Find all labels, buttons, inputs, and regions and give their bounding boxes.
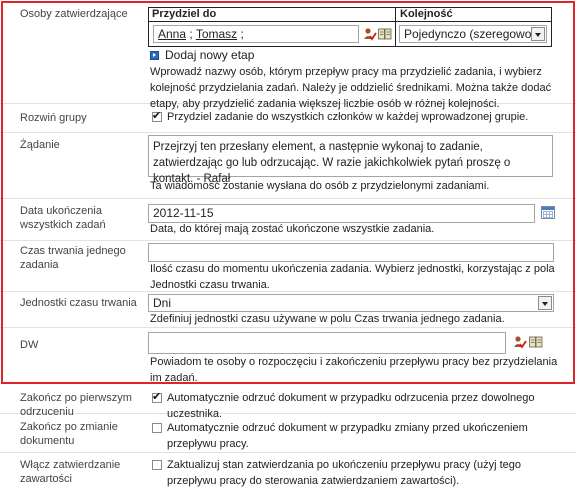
cc-label: DW <box>20 339 39 351</box>
check-names-icon[interactable] <box>513 335 527 349</box>
calendar-icon[interactable] <box>541 206 555 219</box>
add-stage-label[interactable]: Dodaj nowy etap <box>165 48 254 62</box>
content-approval-label: Włącz zatwierdzanie zawartości <box>20 459 121 485</box>
assign-to-header: Przydziel do <box>149 8 396 22</box>
people-separator: ; <box>186 27 196 41</box>
duration-input[interactable] <box>148 243 554 262</box>
due-date-row: Data ukończenia wszystkich zadań 2012-11… <box>0 199 576 241</box>
duration-units-help: Zdefiniuj jednostki czasu używane w polu… <box>150 313 505 325</box>
cc-help: Powiadom te osoby o rozpoczęciu i zakońc… <box>150 356 558 384</box>
add-stage-icon[interactable] <box>150 51 159 60</box>
content-approval-checkbox-label: Zaktualizuj stan zatwierdzania po ukończ… <box>167 459 522 487</box>
end-on-change-checkbox-label: Automatycznie odrzuć dokument w przypadk… <box>167 422 528 450</box>
expand-groups-checkbox[interactable] <box>152 109 162 122</box>
address-book-icon[interactable] <box>378 28 392 40</box>
assignees-row: Osoby zatwierdzające Przydziel do Kolejn… <box>0 0 576 110</box>
end-on-first-reject-checkbox[interactable] <box>152 390 162 403</box>
duration-label: Czas trwania jednego zadania <box>20 245 126 271</box>
order-select-value: Pojedynczo (szeregowo) <box>404 27 536 41</box>
expand-groups-row: Rozwiń grupy Przydziel zadanie do wszyst… <box>0 104 576 133</box>
expand-groups-label: Rozwiń grupy <box>20 112 87 124</box>
expand-groups-checkbox-label: Przydziel zadanie do wszystkich członków… <box>167 111 529 123</box>
due-date-help: Data, do której mają zostać ukończone ws… <box>150 223 435 235</box>
order-select[interactable]: Pojedynczo (szeregowo) <box>399 25 547 43</box>
order-header: Kolejność <box>396 8 551 22</box>
due-date-label: Data ukończenia wszystkich zadań <box>20 205 106 231</box>
assignees-table: Przydziel do Kolejność Anna ; Tomasz ; P… <box>148 7 552 47</box>
order-cell: Pojedynczo (szeregowo) <box>396 22 551 46</box>
person-tomasz[interactable]: Tomasz <box>196 27 237 41</box>
chevron-down-icon[interactable] <box>538 296 552 310</box>
duration-units-select[interactable]: Dni <box>148 294 554 312</box>
content-approval-checkbox[interactable] <box>152 460 162 470</box>
request-textarea[interactable]: Przejrzyj ten przesłany element, a nastę… <box>148 135 553 185</box>
address-book-icon[interactable] <box>529 336 543 348</box>
cc-people-picker[interactable] <box>148 332 506 354</box>
content-approval-row: Włącz zatwierdzanie zawartości Zaktualiz… <box>0 453 576 493</box>
request-row: Żądanie Przejrzyj ten przesłany element,… <box>0 133 576 199</box>
person-anna[interactable]: Anna <box>158 27 186 41</box>
cc-row: DW Powiadom te osoby o rozpoczęciu i zak… <box>0 328 576 386</box>
end-on-change-row: Zakończ po zmianie dokumentu Automatyczn… <box>0 414 576 453</box>
people-trailing-separator: ; <box>237 27 244 41</box>
duration-row: Czas trwania jednego zadania Ilość czasu… <box>0 241 576 292</box>
duration-units-label: Jednostki czasu trwania <box>20 297 137 309</box>
end-on-change-checkbox[interactable] <box>152 423 162 433</box>
end-on-first-reject-row: Zakończ po pierwszym odrzuceniu Automaty… <box>0 388 576 420</box>
duration-units-row: Jednostki czasu trwania Dni Zdefiniuj je… <box>0 292 576 328</box>
assign-to-people-picker[interactable]: Anna ; Tomasz ; <box>153 25 359 43</box>
assignees-label: Osoby zatwierdzające <box>20 8 128 20</box>
request-label: Żądanie <box>20 139 60 151</box>
check-names-icon[interactable] <box>363 27 377 41</box>
add-stage-link[interactable]: Dodaj nowy etap <box>150 48 254 62</box>
duration-units-select-value: Dni <box>153 296 172 310</box>
assign-to-cell: Anna ; Tomasz ; <box>149 22 396 46</box>
request-help: Ta wiadomość zostanie wysłana do osób z … <box>150 180 490 192</box>
end-on-change-label: Zakończ po zmianie dokumentu <box>20 421 118 447</box>
duration-help: Ilość czasu do momentu ukończenia zadani… <box>150 263 555 291</box>
chevron-down-icon[interactable] <box>531 27 545 41</box>
